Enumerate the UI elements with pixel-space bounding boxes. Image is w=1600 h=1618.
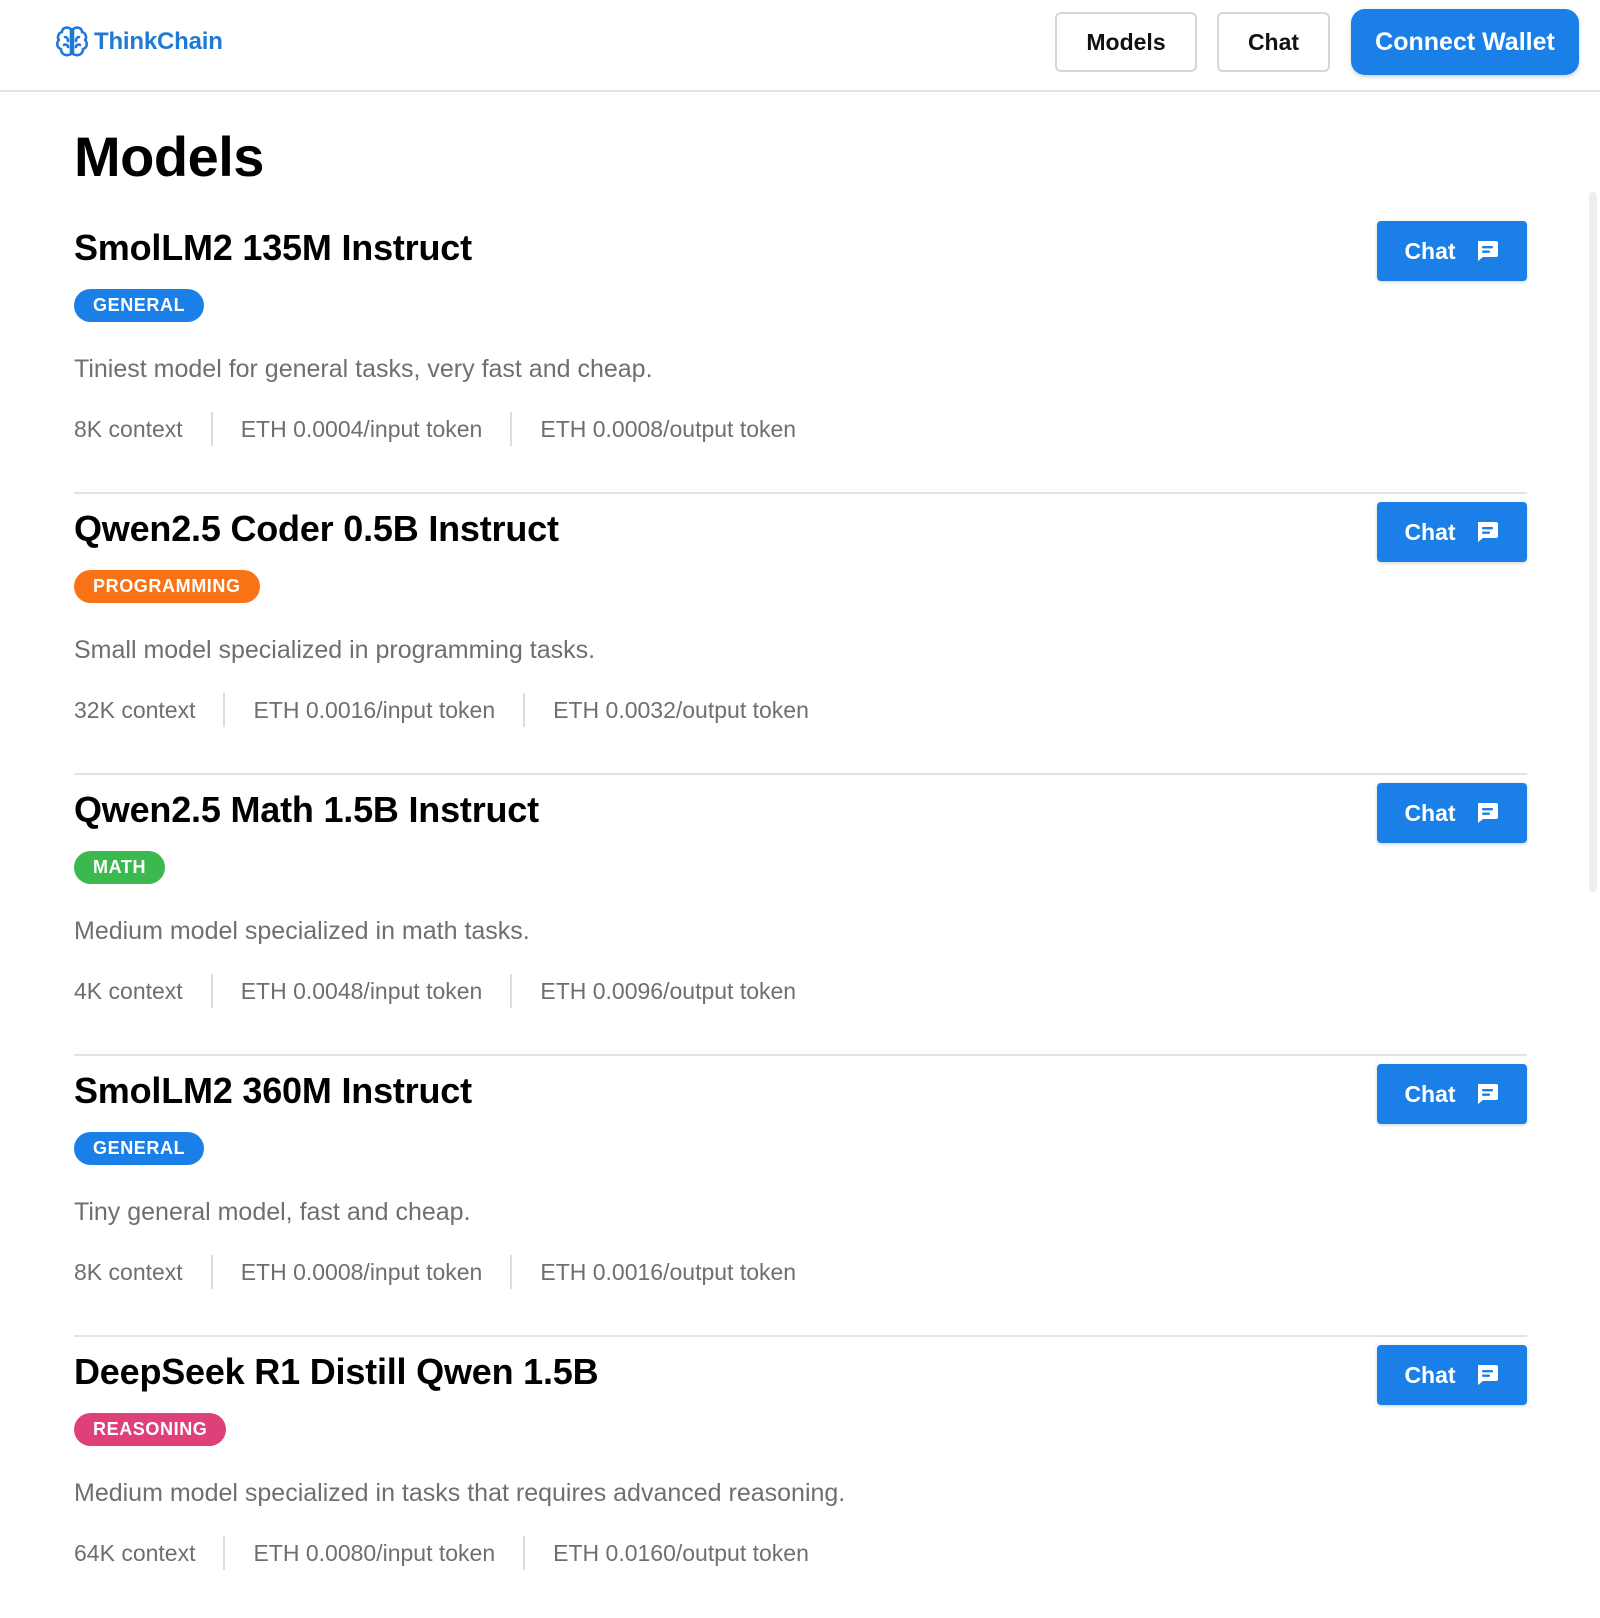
context-length: 4K context [74,977,183,1004]
meta-divider [210,974,213,1008]
brand-logo-link[interactable]: ThinkChain [54,24,223,60]
input-price: ETH 0.0016/input token [253,696,496,723]
meta-divider [523,693,526,727]
meta-divider [510,1255,513,1289]
nav-models-button[interactable]: Models [1055,12,1197,72]
model-name: Qwen2.5 Coder 0.5B Instruct [74,508,559,549]
chat-button-label: Chat [1404,237,1456,264]
context-length: 8K context [74,1258,183,1285]
meta-divider [510,974,513,1008]
meta-divider [223,1536,226,1570]
model-meta: 64K context ETH 0.0080/input token ETH 0… [74,1535,809,1571]
chat-button[interactable]: Chat [1377,502,1527,562]
chat-button[interactable]: Chat [1377,1345,1527,1405]
model-meta: 8K context ETH 0.0008/input token ETH 0.… [74,1254,796,1290]
brain-icon [55,26,89,57]
chat-button[interactable]: Chat [1377,783,1527,843]
model-description: Medium model specialized in tasks that r… [74,1479,846,1507]
model-card: DeepSeek R1 Distill Qwen 1.5B REASONING … [74,1337,1527,1618]
model-name: SmolLM2 135M Instruct [74,227,472,268]
model-name: SmolLM2 360M Instruct [74,1070,472,1111]
chat-button-label: Chat [1404,518,1456,545]
model-card: SmolLM2 135M Instruct GENERAL Tiniest mo… [74,213,1527,494]
page-scrollbar[interactable] [1586,92,1600,1590]
model-card: Qwen2.5 Math 1.5B Instruct MATH Medium m… [74,775,1527,1056]
category-badge: PROGRAMMING [74,570,260,603]
output-price: ETH 0.0096/output token [540,977,797,1004]
context-length: 8K context [74,415,183,442]
model-description: Medium model specialized in math tasks. [74,917,530,945]
output-price: ETH 0.0032/output token [553,696,809,723]
model-card: Qwen2.5 Coder 0.5B Instruct PROGRAMMING … [74,494,1527,775]
category-badge: MATH [74,851,166,884]
output-price: ETH 0.0160/output token [553,1539,809,1566]
meta-divider [210,412,213,446]
brand-name: ThinkChain [94,28,223,55]
meta-divider [523,1536,526,1570]
model-description: Small model specialized in programming t… [74,636,596,664]
chat-bubble-icon [1477,1365,1498,1385]
chat-bubble-icon [1477,803,1498,823]
model-meta: 4K context ETH 0.0048/input token ETH 0.… [74,973,796,1009]
chat-bubble-icon [1477,522,1498,542]
page-title: Models [74,125,264,188]
input-price: ETH 0.0080/input token [253,1539,496,1566]
model-description: Tiniest model for general tasks, very fa… [74,355,653,383]
connect-wallet-button[interactable]: Connect Wallet [1351,9,1579,75]
meta-divider [510,412,513,446]
input-price: ETH 0.0048/input token [240,977,483,1004]
top-navbar: ThinkChain Models Chat Connect Wallet [0,0,1600,92]
meta-divider [210,1255,213,1289]
output-price: ETH 0.0016/output token [540,1258,797,1285]
chat-bubble-icon [1477,1084,1498,1104]
model-card: SmolLM2 360M Instruct GENERAL Tiny gener… [74,1056,1527,1337]
context-length: 64K context [74,1539,196,1566]
chat-button-label: Chat [1404,1361,1456,1388]
model-name: Qwen2.5 Math 1.5B Instruct [74,789,539,830]
output-price: ETH 0.0008/output token [540,415,797,442]
model-name: DeepSeek R1 Distill Qwen 1.5B [74,1351,599,1392]
category-badge: REASONING [74,1413,227,1446]
input-price: ETH 0.0008/input token [240,1258,483,1285]
meta-divider [223,693,226,727]
chat-button[interactable]: Chat [1377,221,1527,281]
chat-bubble-icon [1477,241,1498,261]
model-meta: 8K context ETH 0.0004/input token ETH 0.… [74,411,796,447]
model-description: Tiny general model, fast and cheap. [74,1198,471,1226]
model-list: SmolLM2 135M Instruct GENERAL Tiniest mo… [74,213,1527,1618]
input-price: ETH 0.0004/input token [240,415,483,442]
category-badge: GENERAL [74,1132,205,1165]
chat-button-label: Chat [1404,1080,1456,1107]
nav-chat-button[interactable]: Chat [1217,12,1330,72]
scrollbar-thumb[interactable] [1589,192,1597,892]
chat-button[interactable]: Chat [1377,1064,1527,1124]
chat-button-label: Chat [1404,799,1456,826]
model-meta: 32K context ETH 0.0016/input token ETH 0… [74,692,809,728]
category-badge: GENERAL [74,289,205,322]
context-length: 32K context [74,696,196,723]
